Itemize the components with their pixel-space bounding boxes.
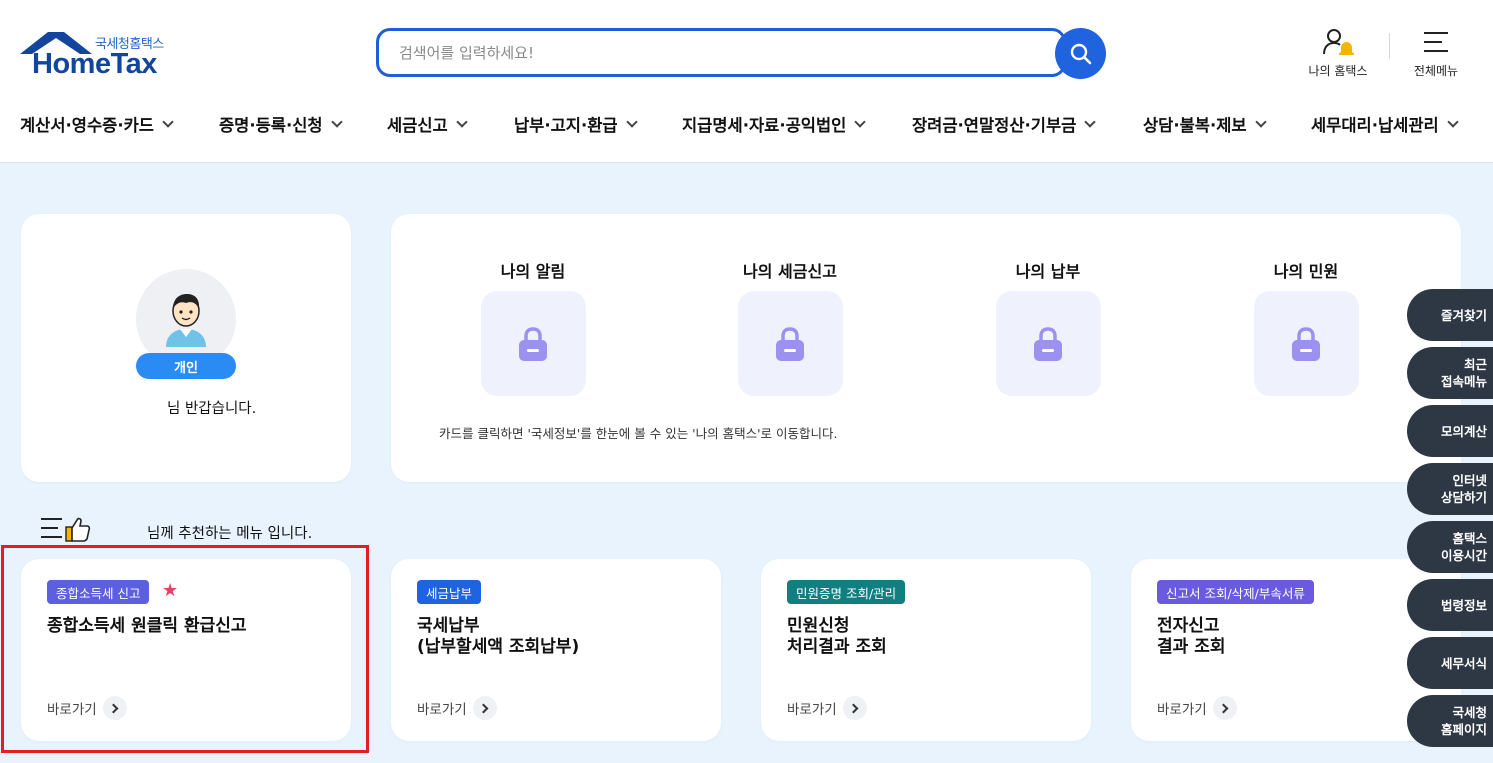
chevron-right-icon bbox=[472, 696, 497, 720]
go-link[interactable]: 바로가기 bbox=[417, 696, 497, 720]
gnb-item-receipts[interactable]: 계산서·영수증·카드 bbox=[20, 112, 174, 136]
lock-icon bbox=[776, 326, 804, 361]
highlight-box bbox=[1, 545, 369, 753]
recommend-thumbs-up-icon bbox=[41, 517, 91, 542]
gnb-item-payment[interactable]: 납부·고지·환급 bbox=[514, 112, 638, 136]
quick-menu-recent[interactable]: 최근 접속메뉴 bbox=[1407, 347, 1493, 399]
my-notification-tile[interactable]: 나의 알림 bbox=[468, 258, 598, 396]
card-title: 전자신고 결과 조회 bbox=[1157, 616, 1226, 657]
recommend-card-tax-payment[interactable]: 세금납부 국세납부 (납부할세액 조회납부) 바로가기 bbox=[391, 559, 721, 741]
gnb-item-consulting[interactable]: 상담·불복·제보 bbox=[1143, 112, 1267, 136]
quick-menu-tax-forms[interactable]: 세무서식 bbox=[1407, 637, 1493, 689]
all-menu-button[interactable]: 전체메뉴 bbox=[1396, 28, 1476, 79]
chevron-down-icon bbox=[1447, 115, 1459, 128]
lock-icon bbox=[1292, 326, 1320, 361]
category-tag: 세금납부 bbox=[417, 580, 482, 604]
my-hometax-panel: 나의 알림 나의 세금신고 나의 납부 나의 민원 카드를 클릭하면 '국세정보… bbox=[391, 214, 1461, 482]
go-link[interactable]: 바로가기 bbox=[787, 696, 867, 720]
search-icon bbox=[1070, 43, 1091, 64]
go-link[interactable]: 바로가기 bbox=[1157, 696, 1237, 720]
chevron-down-icon bbox=[1084, 115, 1097, 128]
quick-menu-service-hours[interactable]: 홈택스 이용시간 bbox=[1407, 521, 1493, 573]
my-payment-tile[interactable]: 나의 납부 bbox=[983, 258, 1113, 396]
chevron-down-icon bbox=[854, 115, 867, 128]
quick-menu-nts-homepage[interactable]: 국세청 홈페이지 bbox=[1407, 695, 1493, 747]
my-hometax-button[interactable]: 나의 홈택스 bbox=[1298, 28, 1378, 79]
user-bell-icon bbox=[1323, 29, 1354, 55]
recommend-header-icon-wrap bbox=[40, 516, 92, 546]
card-title: 민원신청 처리결과 조회 bbox=[787, 616, 887, 657]
chevron-down-icon bbox=[330, 115, 343, 128]
logo-title: HomeTax bbox=[32, 48, 157, 80]
recommend-heading: 님께 추천하는 메뉴 입니다. bbox=[147, 526, 313, 542]
quick-menu-online-consult[interactable]: 인터넷 상담하기 bbox=[1407, 463, 1493, 515]
lock-box bbox=[995, 291, 1101, 396]
lock-box bbox=[737, 291, 843, 396]
search-button[interactable] bbox=[1055, 28, 1106, 79]
chevron-right-icon bbox=[842, 696, 867, 720]
header: 국세청홈택스 HomeTax 나의 홈택스 bbox=[0, 0, 1493, 163]
gnb-item-incentives[interactable]: 장려금·연말정산·기부금 bbox=[912, 112, 1097, 136]
user-avatar-icon bbox=[166, 294, 206, 347]
my-civil-petition-tile[interactable]: 나의 민원 bbox=[1241, 258, 1371, 396]
chevron-down-icon bbox=[456, 115, 468, 128]
quick-menu-favorites[interactable]: 즐겨찾기 bbox=[1407, 289, 1493, 341]
card-title: 국세납부 (납부할세액 조회납부) bbox=[417, 616, 580, 657]
tile-title: 나의 납부 bbox=[1015, 262, 1081, 281]
quick-menu-mock-calc[interactable]: 모의계산 bbox=[1407, 405, 1493, 457]
lock-icon bbox=[519, 326, 547, 361]
gnb-item-tax-filing[interactable]: 세금신고 bbox=[387, 112, 468, 136]
category-tag: 신고서 조회/삭제/부속서류 bbox=[1157, 580, 1314, 604]
hamburger-icon bbox=[1424, 32, 1448, 52]
search-box bbox=[376, 28, 1066, 77]
search-input[interactable] bbox=[379, 31, 1063, 74]
my-tax-filing-tile[interactable]: 나의 세금신고 bbox=[725, 258, 855, 396]
lock-box bbox=[480, 291, 586, 396]
profile-card: 개인 님 반갑습니다. bbox=[21, 214, 351, 482]
user-type-badge: 개인 bbox=[136, 353, 236, 379]
gnb-item-statements[interactable]: 지급명세·자료·공익법인 bbox=[682, 112, 867, 136]
tile-title: 나의 민원 bbox=[1273, 262, 1339, 281]
tile-title: 나의 알림 bbox=[500, 262, 566, 281]
gnb-item-certificates[interactable]: 증명·등록·신청 bbox=[219, 112, 343, 136]
chevron-down-icon bbox=[1254, 115, 1267, 128]
hometax-logo[interactable]: 국세청홈택스 HomeTax bbox=[20, 28, 180, 80]
category-tag: 민원증명 조회/관리 bbox=[787, 580, 906, 604]
my-hometax-note: 카드를 클릭하면 '국세정보'를 한눈에 볼 수 있는 '나의 홈택스'로 이동… bbox=[439, 426, 838, 441]
divider bbox=[1389, 33, 1390, 59]
quick-menu-law-info[interactable]: 법령정보 bbox=[1407, 579, 1493, 631]
chevron-right-icon bbox=[1212, 696, 1237, 720]
lock-icon bbox=[1034, 326, 1062, 361]
lock-box bbox=[1253, 291, 1359, 396]
greeting-text: 님 반갑습니다. bbox=[167, 401, 257, 417]
recommend-card-civil-result[interactable]: 민원증명 조회/관리 민원신청 처리결과 조회 바로가기 bbox=[761, 559, 1091, 741]
tile-title: 나의 세금신고 bbox=[743, 262, 837, 281]
gnb-item-tax-agent[interactable]: 세무대리·납세관리 bbox=[1311, 112, 1459, 136]
chevron-down-icon bbox=[625, 115, 638, 128]
my-hometax-label: 나의 홈택스 bbox=[1308, 64, 1368, 78]
all-menu-label: 전체메뉴 bbox=[1413, 64, 1459, 78]
chevron-down-icon bbox=[162, 115, 174, 128]
